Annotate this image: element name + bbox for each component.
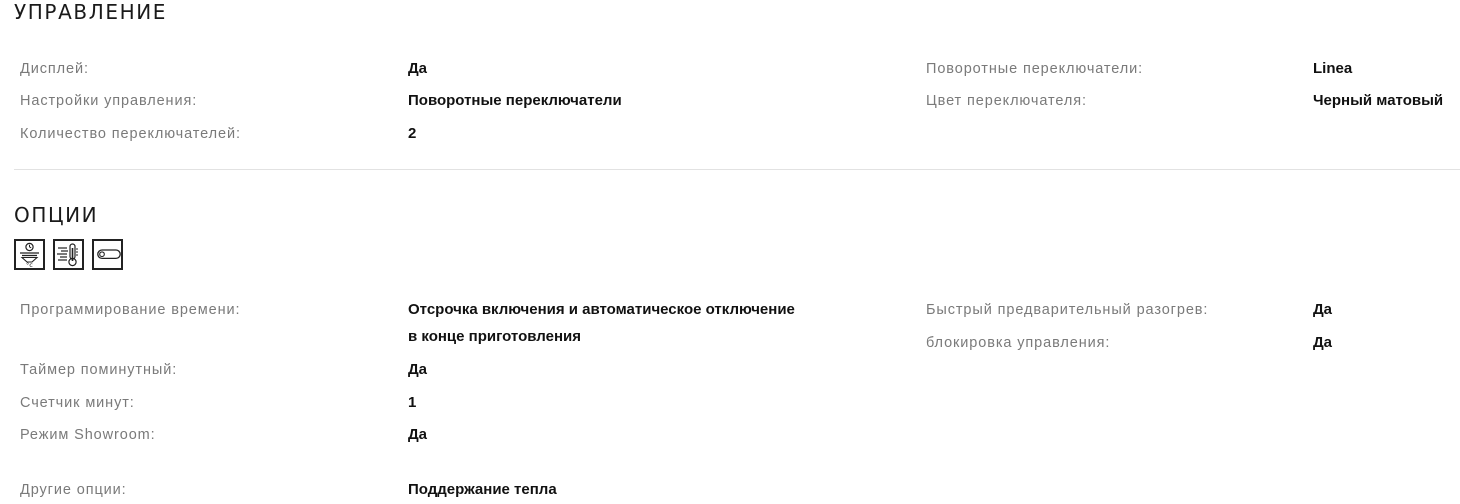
section-title-options: ОПЦИИ: [14, 203, 99, 227]
thermometer-heat-icon: [53, 239, 84, 270]
spec-value-time-programming-line1: Отсрочка включения и автоматическое откл…: [408, 301, 795, 318]
spec-value-switch-count: 2: [408, 125, 417, 142]
spec-label-rotary-switches: Поворотные переключатели:: [926, 61, 1144, 77]
spec-value-rotary-switches: Linea: [1313, 60, 1353, 77]
spec-value-showroom-mode: Да: [408, 426, 428, 443]
spec-label-other-options: Другие опции:: [20, 482, 127, 498]
spec-value-control-lock: Да: [1313, 334, 1333, 351]
spec-label-control-settings: Настройки управления:: [20, 93, 198, 109]
timer-temperature-icon: °c: [14, 239, 45, 270]
spec-value-time-programming-line2: в конце приготовления: [408, 328, 581, 345]
spec-label-time-programming: Программирование времени:: [20, 302, 241, 318]
spec-label-showroom-mode: Режим Showroom:: [20, 427, 156, 443]
spec-label-switch-count: Количество переключателей:: [20, 126, 241, 142]
spec-label-minute-timer: Таймер поминутный:: [20, 362, 178, 378]
spec-label-minute-counter: Счетчик минут:: [20, 395, 135, 411]
spec-value-switch-color: Черный матовый: [1313, 92, 1444, 109]
spec-label-fast-preheat: Быстрый предварительный разогрев:: [926, 302, 1209, 318]
spec-value-display: Да: [408, 60, 428, 77]
spec-value-minute-counter: 1: [408, 394, 417, 411]
spec-label-switch-color: Цвет переключателя:: [926, 93, 1087, 109]
section-divider: [14, 169, 1460, 170]
child-lock-icon: [92, 239, 123, 270]
spec-label-control-lock: блокировка управления:: [926, 335, 1111, 351]
spec-value-control-settings: Поворотные переключатели: [408, 92, 622, 109]
section-title-control: УПРАВЛЕНИЕ: [14, 0, 168, 24]
spec-value-other-options: Поддержание тепла: [408, 481, 557, 498]
spec-value-minute-timer: Да: [408, 361, 428, 378]
spec-label-display: Дисплей:: [20, 61, 89, 77]
spec-value-fast-preheat: Да: [1313, 301, 1333, 318]
svg-text:°c: °c: [26, 261, 33, 268]
